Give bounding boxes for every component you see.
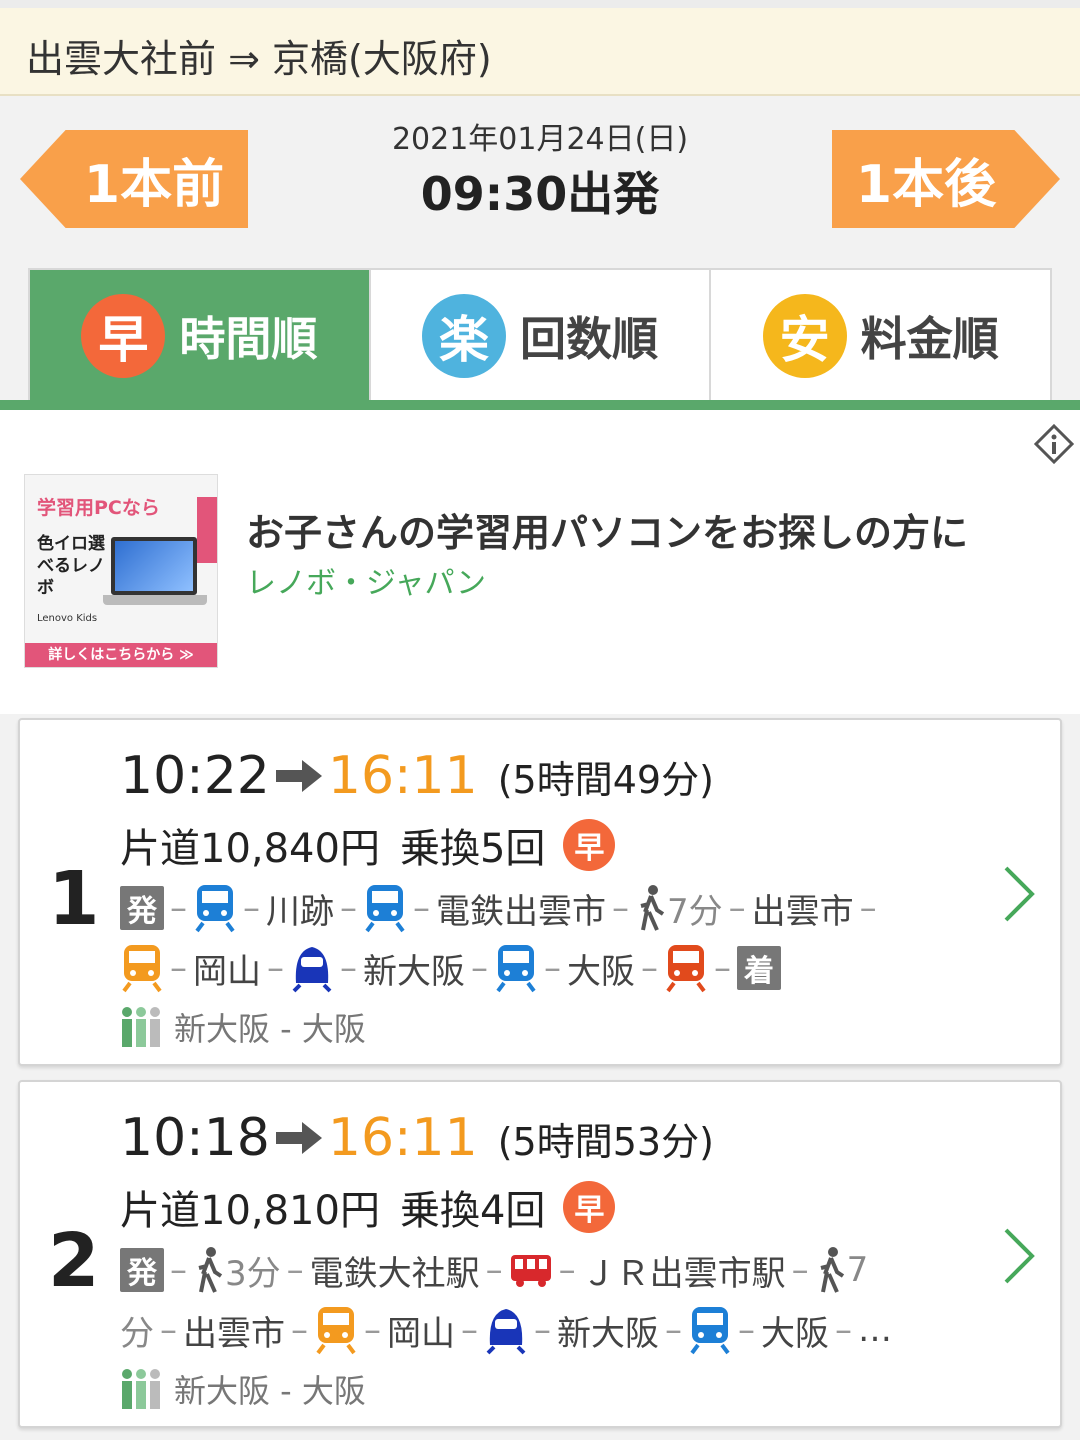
route-header: 出雲大社前 ⇒ 京橋(大阪府) — [0, 0, 1080, 96]
tab-sort-by-fare[interactable]: 安 料金順 — [711, 270, 1050, 402]
limited-express-icon — [122, 945, 162, 993]
departure-tag: 発 — [120, 1248, 164, 1292]
chevron-right-icon — [1004, 866, 1035, 922]
chevron-right-icon — [1004, 1228, 1035, 1284]
result-times: 10:18 16:11 (5時間53分) — [120, 1108, 714, 1168]
arrow-right-icon — [275, 1122, 322, 1154]
duration: (5時間49分) — [497, 757, 714, 802]
stop-name: 川跡 — [266, 891, 334, 932]
stop-name: ＪＲ出雲市駅 — [581, 1253, 786, 1294]
stop-name: 岡山 — [193, 951, 261, 992]
depart-time: 10:18 — [120, 1108, 270, 1168]
route-segments: 発 – – 川跡 – – 電鉄出雲市 – 7分 – 出雲市 – — [120, 878, 883, 938]
walk-time: 7分 — [667, 891, 723, 932]
result-index: 1 — [48, 856, 100, 942]
route-segments: 発 – 3分 – 電鉄大社駅 – – ＪＲ出雲市駅 – 7 — [120, 1240, 868, 1300]
ad-image-side-band — [197, 497, 217, 563]
route-result-1[interactable]: 1 10:22 16:11 (5時間49分) 片道10,840円 乗換5回 早 … — [18, 718, 1062, 1066]
arrive-time: 16:11 — [327, 1108, 478, 1168]
departure-date: 2021年01月24日(日) — [391, 122, 689, 157]
transfers: 乗換5回 — [399, 826, 546, 872]
stop-name: 大阪 — [567, 951, 635, 992]
walk-icon — [640, 885, 665, 931]
ad-banner[interactable]: 学習用PCなら 色イロ選べるレノボ Lenovo Kids 詳しくはこちらから … — [0, 410, 1080, 714]
easy-icon: 楽 — [422, 294, 506, 378]
departure-time: 09:30出発 — [420, 167, 660, 221]
fast-icon: 早 — [563, 819, 616, 871]
local-train-icon — [690, 1307, 730, 1355]
seat-section: 新大阪 - 大阪 — [174, 1372, 366, 1410]
laptop-image — [111, 537, 197, 595]
departure-nav: 1本前 2021年01月24日(日) 09:30出発 1本後 — [0, 96, 1080, 268]
shinkansen-icon — [292, 947, 332, 993]
laptop-base — [103, 595, 207, 605]
stop-name: 新大阪 — [557, 1313, 659, 1354]
result-index: 2 — [48, 1218, 100, 1304]
stop-name: 大阪 — [761, 1313, 829, 1354]
tab-sort-by-transfers[interactable]: 楽 回数順 — [371, 270, 712, 402]
ad-info-icon[interactable] — [1034, 424, 1074, 464]
result-times: 10:22 16:11 (5時間49分) — [120, 746, 714, 806]
seat-icon — [122, 1369, 160, 1409]
arrival-tag: 着 — [737, 946, 781, 990]
fare-row: 片道10,810円 乗換4回 早 — [120, 1178, 616, 1236]
walk-time: 7 — [846, 1250, 869, 1290]
local-train-icon — [195, 885, 235, 933]
local-train-icon — [496, 945, 536, 993]
ad-sponsor[interactable]: レノボ・ジャパン — [246, 558, 486, 602]
arrive-time: 16:11 — [327, 746, 478, 806]
transfers: 乗換4回 — [399, 1188, 546, 1234]
stop-name: 電鉄出雲市 — [436, 891, 606, 932]
route-title: 出雲大社前 ⇒ 京橋(大阪府) — [26, 37, 492, 81]
route-segments-line-2: 分 – 出雲市 – – 岡山 – – 新大阪 – – 大阪 – … — [120, 1300, 892, 1360]
ad-image-headline: 学習用PCなら — [37, 497, 160, 519]
shinkansen-icon — [486, 1309, 526, 1355]
route-segments-line-2: – 岡山 – – 新大阪 – – 大阪 – – 着 — [120, 938, 781, 998]
tab-label: 時間順 — [179, 312, 318, 366]
depart-time: 10:22 — [120, 746, 270, 806]
stop-name: 新大阪 — [363, 951, 465, 992]
next-train-button[interactable]: 1本後 — [832, 130, 1060, 228]
cheap-icon: 安 — [762, 294, 847, 378]
arrow-right-icon — [275, 760, 322, 792]
ad-image-cta: 詳しくはこちらから ≫ — [25, 643, 217, 667]
tab-sort-by-time[interactable]: 早 時間順 — [30, 270, 371, 402]
seat-section: 新大阪 - 大阪 — [174, 1010, 366, 1048]
fare-row: 片道10,840円 乗換5回 早 — [120, 816, 616, 874]
stop-name: 出雲市 — [183, 1313, 285, 1354]
previous-train-button[interactable]: 1本前 — [20, 130, 248, 228]
bus-icon — [510, 1255, 551, 1287]
limited-express-icon — [316, 1307, 356, 1355]
seat-info: 新大阪 - 大阪 — [120, 1004, 366, 1050]
walk-time-unit: 分 — [120, 1313, 154, 1354]
seat-icon — [122, 1007, 160, 1047]
seat-info: 新大阪 - 大阪 — [120, 1366, 366, 1412]
stop-name: 出雲市 — [751, 891, 854, 932]
local-train-icon — [365, 885, 405, 933]
stop-name: 電鉄大社駅 — [309, 1253, 480, 1294]
sort-tabs: 早 時間順 楽 回数順 安 料金順 — [28, 268, 1052, 402]
tab-label: 回数順 — [520, 312, 658, 366]
walk-icon — [198, 1247, 223, 1293]
jr-train-icon — [666, 945, 706, 993]
departure-tag: 発 — [120, 886, 164, 930]
tab-underline — [0, 400, 1080, 410]
ad-image-brand: Lenovo Kids — [37, 613, 98, 624]
walk-icon — [820, 1247, 844, 1293]
ad-title[interactable]: お子さんの学習用パソコンをお探しの方に — [246, 502, 968, 557]
duration: (5時間53分) — [497, 1119, 714, 1164]
walk-time: 3分 — [225, 1253, 281, 1294]
stop-name: 岡山 — [387, 1313, 455, 1354]
more-ellipsis: … — [858, 1310, 892, 1350]
route-result-2[interactable]: 2 10:18 16:11 (5時間53分) 片道10,810円 乗換4回 早 … — [18, 1080, 1062, 1428]
ad-image[interactable]: 学習用PCなら 色イロ選べるレノボ Lenovo Kids 詳しくはこちらから … — [24, 474, 218, 668]
fare: 片道10,810円 — [120, 1188, 380, 1234]
fast-icon: 早 — [563, 1181, 616, 1233]
fast-icon: 早 — [81, 294, 166, 378]
tab-label: 料金順 — [860, 312, 999, 366]
ad-image-subtext: 色イロ選べるレノボ — [37, 534, 105, 598]
fare: 片道10,840円 — [120, 826, 380, 872]
